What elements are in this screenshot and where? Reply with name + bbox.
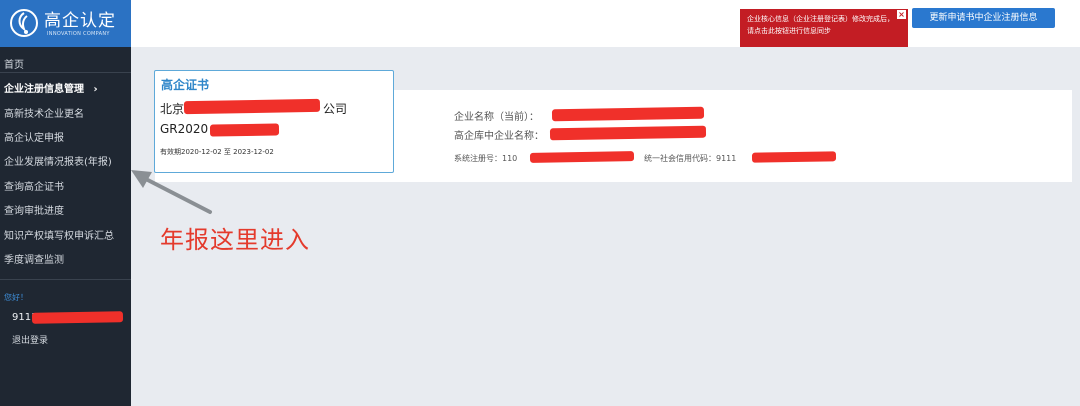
annotation-text: 年报这里进入: [160, 226, 310, 254]
annotation-arrow-icon: [131, 170, 212, 214]
